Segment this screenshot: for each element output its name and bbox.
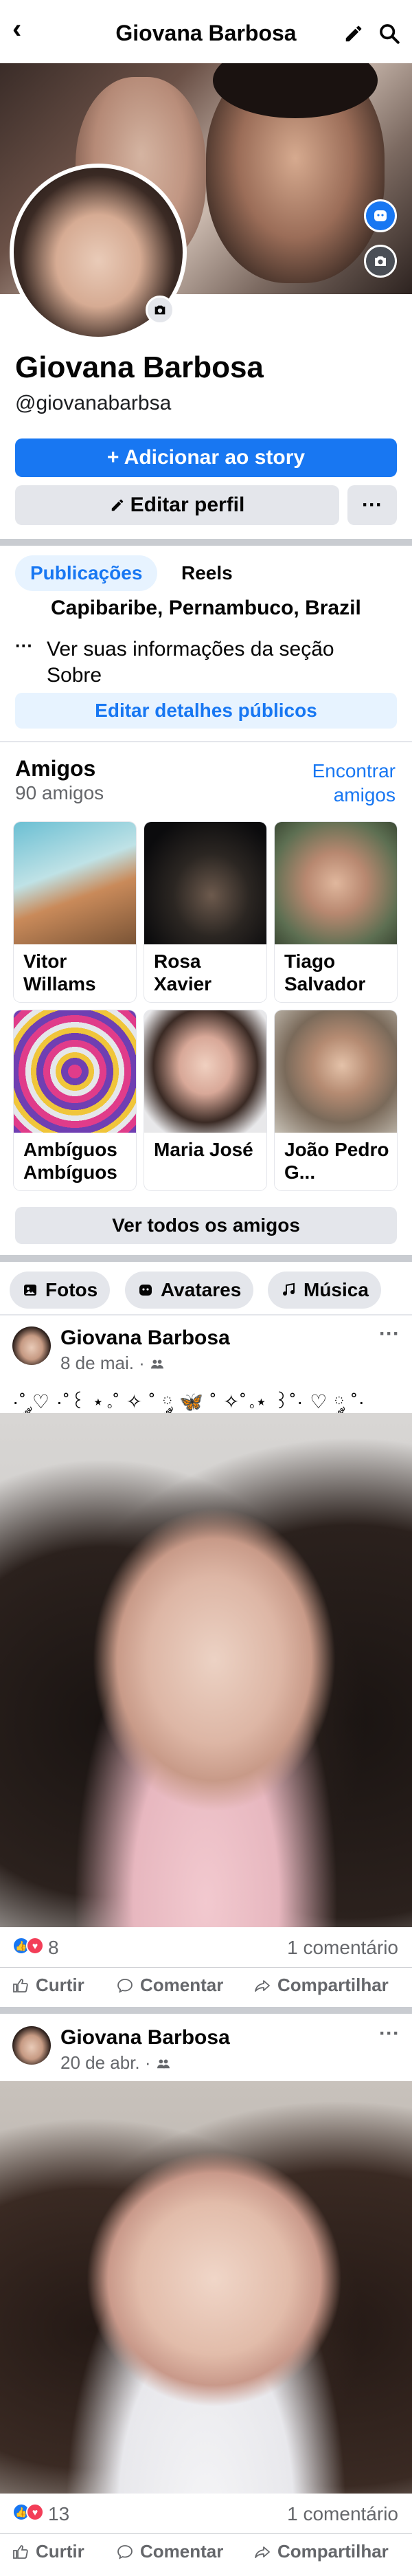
friend-card[interactable]: Tiago Salvador xyxy=(275,822,397,1002)
chip-musica[interactable]: Música xyxy=(268,1272,381,1309)
post-author[interactable]: Giovana Barbosa xyxy=(60,1326,230,1350)
chip-label: Fotos xyxy=(45,1279,98,1300)
avatar-face-icon xyxy=(374,210,387,221)
reactions-row[interactable]: 👍 ♥ 8 1 comentário xyxy=(0,1933,412,1963)
friend-name: Vitor Willams xyxy=(23,951,96,995)
post-header: Giovana Barbosa 8 de mai. · ··· xyxy=(0,1320,412,1388)
chip-label: Avatares xyxy=(161,1279,242,1300)
friend-name: Ambíguos Ambíguos xyxy=(23,1139,117,1184)
chip-avatares[interactable]: Avatares xyxy=(125,1272,254,1309)
music-note-icon xyxy=(283,1283,295,1296)
post-actions: Curtir Comentar Compartilhar xyxy=(0,2533,412,2572)
reaction-icons: 👍 ♥ xyxy=(12,2503,44,2521)
friend-card[interactable]: Ambíguos Ambíguos xyxy=(14,1010,136,1190)
friend-name: Rosa Xavier xyxy=(154,951,212,995)
friend-photo xyxy=(275,1010,397,1133)
reactions-row[interactable]: 👍 ♥ 13 1 comentário xyxy=(0,2499,412,2529)
add-story-button[interactable]: + Adicionar ao story xyxy=(15,438,397,477)
section-divider xyxy=(0,1314,412,1315)
friend-photo xyxy=(144,822,266,944)
post-actions: Curtir Comentar Compartilhar xyxy=(0,1967,412,2006)
friend-card[interactable]: Maria José xyxy=(144,1010,266,1190)
top-bar: ‹ Giovana Barbosa xyxy=(0,0,412,69)
section-divider xyxy=(0,1255,412,1262)
camera-icon xyxy=(154,305,165,315)
reaction-icons: 👍 ♥ xyxy=(12,1937,44,1955)
friend-name: João Pedro G... xyxy=(284,1139,389,1184)
friend-photo xyxy=(14,1010,136,1133)
location-text: Capibaribe, Pernambuco, Brazil xyxy=(51,597,361,619)
share-button[interactable]: Compartilhar xyxy=(254,1975,389,1996)
avatar-face-icon xyxy=(139,1285,152,1296)
chip-fotos[interactable]: Fotos xyxy=(10,1272,111,1309)
friend-card[interactable]: João Pedro G... xyxy=(275,1010,397,1190)
friend-photo xyxy=(144,1010,266,1133)
chip-label: Música xyxy=(304,1279,369,1300)
post-author[interactable]: Giovana Barbosa xyxy=(60,2026,230,2050)
camera-icon xyxy=(375,256,386,266)
friend-name: Maria José xyxy=(154,1139,253,1160)
more-options-button[interactable]: ··· xyxy=(347,485,397,525)
friends-title: Amigos xyxy=(15,756,96,781)
edit-profile-label: Editar perfil xyxy=(130,493,245,516)
comment-icon xyxy=(117,1978,133,1993)
comment-count[interactable]: 1 comentário xyxy=(287,1937,398,1959)
profile-name: Giovana Barbosa xyxy=(15,351,264,384)
tab-publicacoes[interactable]: Publicações xyxy=(15,555,158,591)
friends-count: 90 amigos xyxy=(15,782,104,803)
friends-audience-icon xyxy=(157,2059,170,2069)
reaction-count: 8 xyxy=(48,1937,59,1958)
edit-profile-button[interactable]: Editar perfil xyxy=(15,485,339,525)
post-more-button[interactable]: ··· xyxy=(379,2022,400,2045)
post-photo[interactable] xyxy=(0,2081,412,2494)
cover-camera-button[interactable] xyxy=(364,245,397,278)
thumbs-up-icon xyxy=(13,2544,28,2559)
author-avatar[interactable] xyxy=(12,2026,51,2065)
about-link[interactable]: Ver suas informações da seção Sobre xyxy=(47,636,390,688)
photo-icon xyxy=(24,1285,36,1296)
share-icon xyxy=(255,1979,270,1992)
post-header: Giovana Barbosa 20 de abr. · ··· xyxy=(0,2019,412,2088)
thumbs-up-icon xyxy=(13,1978,28,1992)
post-date: 8 de mai. · xyxy=(60,1353,165,1374)
avatar-switch-button[interactable] xyxy=(364,199,397,232)
friend-card[interactable]: Rosa Xavier xyxy=(144,822,266,1002)
comment-button[interactable]: Comentar xyxy=(117,2541,223,2562)
like-button[interactable]: Curtir xyxy=(12,1975,84,1996)
profile-handle: @giovanabarbsa xyxy=(15,392,172,414)
like-button[interactable]: Curtir xyxy=(12,2541,84,2562)
comment-icon xyxy=(117,2544,133,2560)
post-more-button[interactable]: ··· xyxy=(379,1322,400,1346)
love-reaction-icon: ♥ xyxy=(26,2503,44,2521)
post-photo[interactable] xyxy=(0,1413,412,1927)
tab-reels[interactable]: Reels xyxy=(166,555,248,591)
friend-photo xyxy=(275,822,397,944)
profile-camera-button[interactable] xyxy=(146,296,174,324)
pencil-icon xyxy=(111,499,123,511)
section-divider xyxy=(0,741,412,742)
post-date: 20 de abr. · xyxy=(60,2052,171,2074)
find-friends-link[interactable]: Encontrar amigos xyxy=(272,759,396,807)
friends-audience-icon xyxy=(151,1359,164,1369)
friend-name: Tiago Salvador xyxy=(284,951,366,995)
pencil-icon[interactable] xyxy=(343,23,364,44)
see-all-friends-button[interactable]: Ver todos os amigos xyxy=(15,1207,397,1244)
edit-public-details-button[interactable]: Editar detalhes públicos xyxy=(15,693,397,729)
comment-button[interactable]: Comentar xyxy=(117,1975,223,1996)
search-icon[interactable] xyxy=(378,22,401,45)
friend-card[interactable]: Vitor Willams xyxy=(14,822,136,1002)
friend-photo xyxy=(14,822,136,944)
share-button[interactable]: Compartilhar xyxy=(254,2541,389,2562)
section-divider xyxy=(0,2007,412,2014)
reaction-count: 13 xyxy=(48,2503,70,2524)
author-avatar[interactable] xyxy=(12,1326,51,1365)
love-reaction-icon: ♥ xyxy=(26,1937,44,1955)
comment-count[interactable]: 1 comentário xyxy=(287,2503,398,2525)
share-icon xyxy=(255,2546,270,2558)
more-dots-icon: ··· xyxy=(15,635,33,656)
section-divider xyxy=(0,539,412,546)
